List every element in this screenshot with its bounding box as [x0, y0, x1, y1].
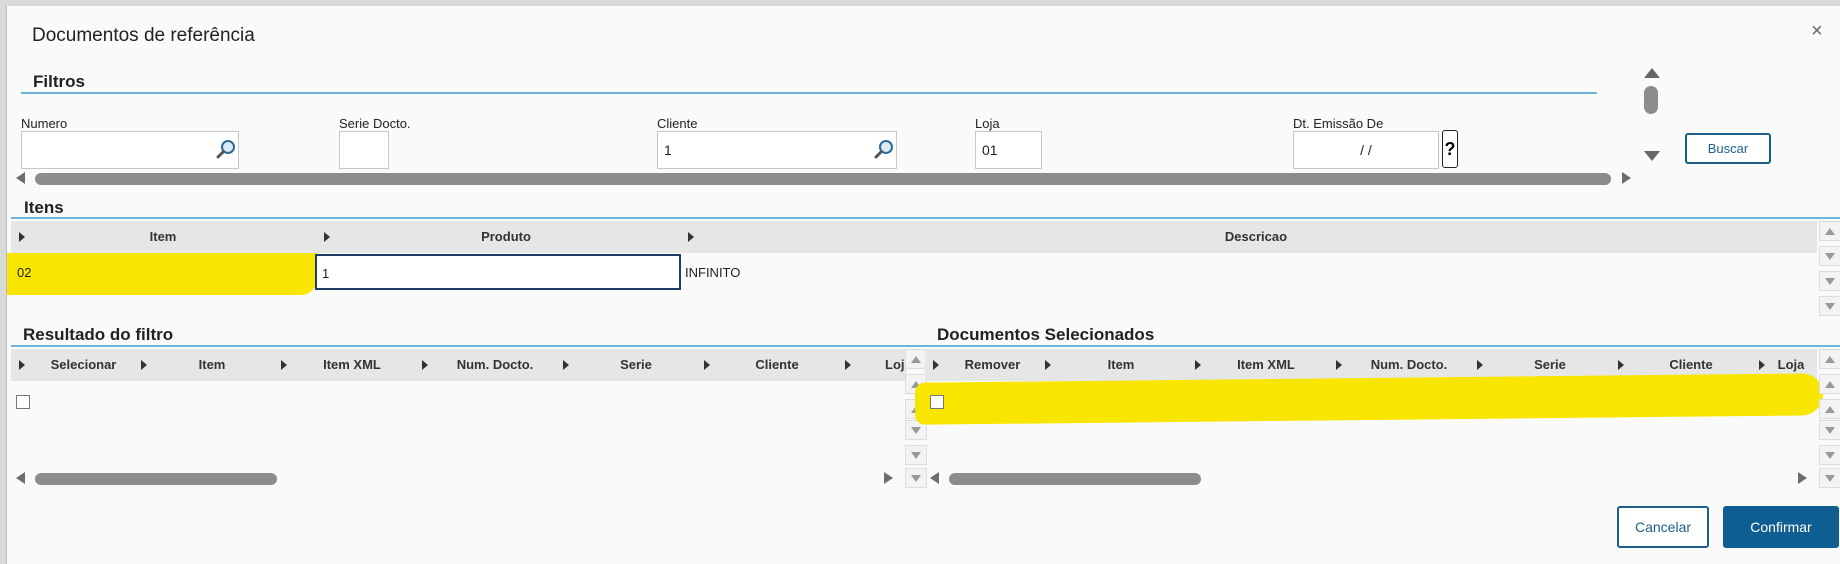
- resultado-col-item[interactable]: Item: [147, 349, 277, 381]
- cliente-input[interactable]: 1: [657, 131, 897, 169]
- selecionados-scroll-bottom-icon[interactable]: [1819, 468, 1840, 488]
- itens-grid-header: Item Produto Descricao: [11, 221, 1817, 253]
- dt-emissao-label: Dt. Emissão De: [1293, 116, 1384, 131]
- resultado-scroll-right-icon[interactable]: [884, 472, 893, 484]
- serie-input[interactable]: [339, 131, 389, 169]
- filters-hscroll-thumb[interactable]: [35, 173, 1611, 185]
- col-menu-icon[interactable]: [19, 232, 25, 242]
- selecionados-scroll-right-icon[interactable]: [1798, 472, 1807, 484]
- itens-cell-item: 02: [17, 265, 32, 280]
- filters-vscroll-thumb[interactable]: [1644, 86, 1658, 114]
- col-menu-icon[interactable]: [845, 360, 851, 370]
- loja-input[interactable]: 01: [975, 131, 1042, 169]
- resultado-scroll-bottom-icon[interactable]: [905, 468, 927, 488]
- resultado-section-title: Resultado do filtro: [23, 325, 174, 344]
- filters-scroll-down-icon[interactable]: [1644, 151, 1660, 161]
- cancelar-button[interactable]: Cancelar: [1617, 506, 1709, 548]
- date-help-button[interactable]: ?: [1442, 130, 1458, 168]
- selecionados-section-title: Documentos Selecionados: [937, 325, 1155, 344]
- itens-scroll-top-icon[interactable]: [1819, 221, 1840, 241]
- selecionados-col-item[interactable]: Item: [1051, 349, 1191, 381]
- dt-emissao-value: / /: [1360, 142, 1372, 158]
- filters-section-line: [21, 92, 1597, 94]
- selecionados-scroll-up-icon[interactable]: [1819, 374, 1840, 394]
- selecionados-row-checkbox[interactable]: [930, 395, 944, 409]
- dt-emissao-input[interactable]: / /: [1293, 131, 1439, 169]
- loja-value: 01: [982, 142, 998, 158]
- resultado-hscroll-thumb[interactable]: [35, 473, 277, 485]
- cliente-search-icon[interactable]: [873, 138, 895, 160]
- col-menu-icon[interactable]: [688, 232, 694, 242]
- cliente-label: Cliente: [657, 116, 698, 131]
- serie-label: Serie Docto.: [339, 116, 411, 131]
- selecionados-hscroll-thumb[interactable]: [949, 473, 1201, 485]
- highlight-mark: [915, 373, 1823, 425]
- selecionados-col-remover[interactable]: Remover: [945, 349, 1040, 381]
- resultado-col-item-xml[interactable]: Item XML: [287, 349, 417, 381]
- itens-section-title: Itens: [24, 198, 64, 217]
- filters-scroll-up-icon[interactable]: [1644, 68, 1660, 78]
- filters-scroll-left-icon[interactable]: [16, 172, 25, 184]
- itens-col-produto[interactable]: Produto: [331, 221, 681, 253]
- itens-cell-produto: 1: [322, 266, 330, 281]
- resultado-row-checkbox[interactable]: [16, 395, 30, 409]
- numero-search-icon[interactable]: [215, 138, 237, 160]
- reference-documents-dialog: Documentos de referência × Filtros Numer…: [6, 6, 1840, 564]
- itens-cell-descricao: INFINITO: [685, 265, 741, 280]
- resultado-section-line: [11, 345, 929, 347]
- resultado-col-selecionar[interactable]: Selecionar: [31, 349, 136, 381]
- selecionados-scroll-up-icon[interactable]: [1819, 399, 1840, 419]
- selecionados-col-item-xml[interactable]: Item XML: [1201, 349, 1331, 381]
- resultado-grid-header: Selecionar Item Item XML Num. Docto. Ser…: [11, 349, 907, 381]
- numero-input[interactable]: [21, 131, 239, 169]
- itens-scroll-end-icon[interactable]: [1819, 296, 1840, 316]
- resultado-col-num-docto[interactable]: Num. Docto.: [428, 349, 562, 381]
- table-row[interactable]: 02 1 INFINITO: [7, 253, 1817, 295]
- dialog-title: Documentos de referência: [32, 25, 255, 46]
- cliente-value: 1: [664, 142, 672, 158]
- itens-scroll-bottom-icon[interactable]: [1819, 271, 1840, 291]
- loja-label: Loja: [975, 116, 1000, 131]
- numero-label: Numero: [21, 116, 68, 131]
- resultado-scroll-left-icon[interactable]: [16, 472, 25, 484]
- col-menu-icon[interactable]: [933, 360, 939, 370]
- resultado-scroll-top-icon[interactable]: [905, 349, 927, 369]
- selecionados-scroll-top-icon[interactable]: [1819, 349, 1840, 369]
- itens-scroll-down-icon[interactable]: [1819, 246, 1840, 266]
- selecionados-scroll-down-icon[interactable]: [1819, 420, 1840, 440]
- selecionados-section-line: [925, 345, 1840, 347]
- itens-col-descricao[interactable]: Descricao: [695, 221, 1817, 253]
- resultado-col-loja[interactable]: Loj: [885, 349, 907, 381]
- resultado-col-serie[interactable]: Serie: [569, 349, 703, 381]
- resultado-col-cliente[interactable]: Cliente: [710, 349, 844, 381]
- itens-produto-editor[interactable]: 1: [315, 254, 681, 290]
- selecionados-scroll-down-icon[interactable]: [1819, 445, 1840, 465]
- resultado-scroll-down-icon[interactable]: [905, 445, 927, 465]
- itens-col-item[interactable]: Item: [31, 221, 295, 253]
- highlight-mark: [7, 253, 317, 295]
- confirmar-button[interactable]: Confirmar: [1723, 506, 1839, 548]
- filters-section-title: Filtros: [33, 72, 85, 91]
- close-icon[interactable]: ×: [1811, 20, 1823, 43]
- itens-section-line: [11, 217, 1840, 219]
- buscar-button[interactable]: Buscar: [1685, 133, 1771, 164]
- col-menu-icon[interactable]: [19, 360, 25, 370]
- col-menu-icon[interactable]: [324, 232, 330, 242]
- filters-scroll-right-icon[interactable]: [1622, 172, 1631, 184]
- selecionados-scroll-left-icon[interactable]: [930, 472, 939, 484]
